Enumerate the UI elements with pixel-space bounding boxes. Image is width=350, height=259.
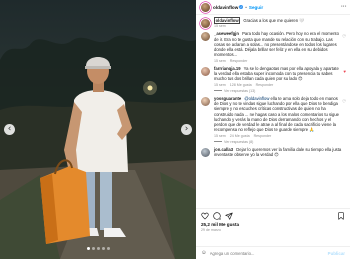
- comment-item: _aseweefgjn Para todo hay ocasión. Pero …: [196, 31, 350, 63]
- comment-username[interactable]: _aseweefgjn: [214, 31, 239, 36]
- next-slide-button[interactable]: ›: [181, 124, 192, 135]
- bookmark-icon[interactable]: [337, 211, 345, 220]
- post-header: oldavinflow ✓ • Seguir ···: [196, 0, 350, 15]
- previous-slide-button[interactable]: ‹: [4, 124, 15, 135]
- author-avatar[interactable]: [201, 2, 210, 12]
- comment-username[interactable]: farrrianqja.19: [214, 66, 241, 71]
- verified-badge-icon: ✓: [239, 5, 244, 9]
- comment-username[interactable]: yossguarante: [214, 96, 241, 101]
- add-comment-input[interactable]: [209, 250, 328, 256]
- carousel-indicators: [0, 237, 196, 255]
- author-avatar[interactable]: [201, 19, 210, 28]
- header-separator: •: [245, 4, 247, 10]
- carousel-dot: [101, 247, 105, 250]
- comment-icon[interactable]: [213, 211, 221, 220]
- comment-emoji: 🙏: [309, 127, 315, 133]
- carousel-dot: [96, 247, 100, 250]
- comment-item: jon.calla3 Dejar lo queremos ver la fami…: [196, 147, 350, 158]
- view-replies-button[interactable]: Ver respuestas (13): [214, 89, 341, 93]
- author-username[interactable]: oldavinflow: [213, 5, 238, 10]
- comment-item: farrrianqja.19 Ya se lo dengaotas mas po…: [196, 66, 350, 93]
- comment-mention[interactable]: @oldavinflow: [244, 96, 269, 101]
- caption: oldavinflow Gracias a los que me quieren…: [196, 17, 350, 29]
- comment-time: 15 sem: [214, 82, 226, 87]
- publish-comment-button[interactable]: Publicar: [328, 251, 345, 256]
- caption-username[interactable]: oldavinflow: [214, 17, 241, 24]
- comment-likes[interactable]: 128 Me gusta: [230, 83, 252, 87]
- ellipsis-icon[interactable]: ···: [341, 4, 347, 10]
- smiley-icon[interactable]: ☺: [201, 250, 207, 256]
- add-comment-bar: ☺ Publicar: [196, 246, 350, 259]
- post-side-panel: oldavinflow ✓ • Seguir ··· oldavinflow G…: [196, 0, 350, 259]
- photo-scene: [0, 35, 196, 259]
- view-replies-button[interactable]: Ver respuestas (8): [214, 140, 340, 144]
- post-photo[interactable]: ‹ ›: [0, 0, 196, 259]
- comment-text: ella te ama solo deja todo en manos de D…: [214, 95, 339, 133]
- commenter-avatar[interactable]: [201, 147, 210, 157]
- comment-likes[interactable]: 24 Me gusta: [230, 134, 250, 138]
- comments-list[interactable]: oldavinflow Gracias a los que me quieren…: [196, 15, 350, 205]
- comment-emoji: 😍: [274, 152, 279, 158]
- commenter-avatar[interactable]: [201, 96, 210, 106]
- carousel-dot: [91, 247, 95, 250]
- comment-like-heart-icon[interactable]: ♥: [343, 69, 346, 93]
- caption-text: Gracias a los que me quieren: [243, 18, 299, 23]
- reply-button[interactable]: Responder: [254, 134, 272, 138]
- heart-icon[interactable]: [201, 212, 209, 220]
- commenter-avatar[interactable]: [201, 32, 210, 42]
- instagram-post: ‹ › oldavinflow ✓ • Seguir ··· oldavinfl…: [0, 0, 350, 259]
- comment-like-heart-icon[interactable]: ♡: [342, 34, 346, 62]
- follow-button[interactable]: Seguir: [249, 5, 263, 10]
- reply-button[interactable]: Responder: [256, 83, 274, 87]
- comment-like-heart-icon[interactable]: ♡: [342, 99, 346, 144]
- carousel-dot: [86, 247, 90, 250]
- caption-emoji: 🤍: [299, 18, 305, 23]
- comment-emoji: 😍: [298, 76, 303, 82]
- share-icon[interactable]: [225, 212, 233, 220]
- comment-time: 15 sem: [214, 133, 226, 138]
- commenter-avatar[interactable]: [201, 66, 210, 76]
- comment-item: yossguarante @oldavinflow ella te ama so…: [196, 96, 350, 144]
- post-actions: 25,2 mil Me gusta 29 de marzo: [196, 208, 350, 232]
- comment-time: 15 sem: [214, 58, 226, 63]
- comment-username[interactable]: jon.calla3: [214, 147, 233, 152]
- carousel-dot: [106, 247, 110, 250]
- post-date: 29 de marzo: [201, 228, 221, 232]
- caption-time: 15 sem: [214, 24, 226, 29]
- likes-count[interactable]: 25,2 mil Me gusta: [201, 222, 345, 227]
- reply-button[interactable]: Responder: [230, 59, 248, 63]
